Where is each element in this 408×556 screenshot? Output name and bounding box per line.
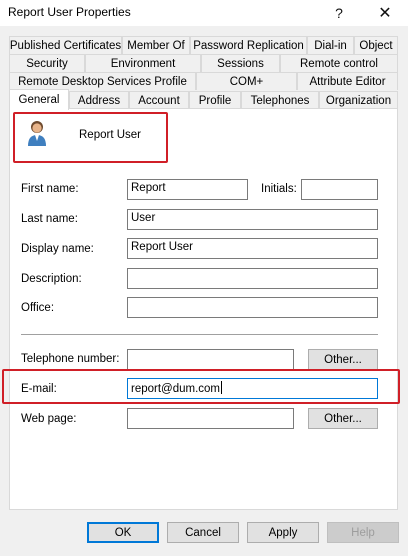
window-title: Report User Properties [8,5,131,19]
webpage-other-button[interactable]: Other... [308,408,378,429]
tab-account[interactable]: Account [129,91,189,109]
help-button[interactable]: Help [327,522,399,543]
telephone-label: Telephone number: [21,353,120,365]
tab-dial-in[interactable]: Dial-in [307,36,354,54]
display-name-input[interactable]: Report User [127,238,378,259]
tab-member-of[interactable]: Member Of [122,36,190,54]
user-header-highlight [13,112,168,163]
cancel-button[interactable]: Cancel [167,522,239,543]
webpage-input[interactable] [127,408,294,429]
tab-object[interactable]: Object [354,36,398,54]
section-separator [21,334,378,335]
tab-remote-desktop-services-profile[interactable]: Remote Desktop Services Profile [9,72,196,90]
tab-telephones[interactable]: Telephones [241,91,319,109]
first-name-label: First name: [21,183,79,195]
title-bar: Report User Properties ? ✕ [0,0,408,26]
last-name-input[interactable]: User [127,209,378,230]
webpage-label: Web page: [21,413,77,425]
general-panel: Report User First name: Report Initials:… [9,108,398,510]
last-name-label: Last name: [21,213,78,225]
initials-label: Initials: [261,183,297,195]
description-label: Description: [21,273,82,285]
office-input[interactable] [127,297,378,318]
telephone-other-button[interactable]: Other... [308,349,378,370]
close-icon[interactable]: ✕ [362,0,408,26]
tab-com-plus[interactable]: COM+ [196,72,297,90]
tab-remote-control[interactable]: Remote control [280,54,398,72]
tab-environment[interactable]: Environment [85,54,201,72]
display-name-label: Display name: [21,243,94,255]
tab-security[interactable]: Security [9,54,85,72]
tab-published-certificates[interactable]: Published Certificates [9,36,122,54]
help-icon[interactable]: ? [316,0,362,26]
apply-button[interactable]: Apply [247,522,319,543]
initials-input[interactable] [301,179,378,200]
tab-attribute-editor[interactable]: Attribute Editor [297,72,398,90]
email-row-highlight [2,369,400,404]
first-name-input[interactable]: Report [127,179,248,200]
ok-button[interactable]: OK [87,522,159,543]
tab-organization[interactable]: Organization [319,91,398,109]
tab-address[interactable]: Address [69,91,129,109]
office-label: Office: [21,302,55,314]
tab-sessions[interactable]: Sessions [201,54,280,72]
tab-password-replication[interactable]: Password Replication [190,36,307,54]
telephone-input[interactable] [127,349,294,370]
tab-general[interactable]: General [9,89,69,110]
tab-profile[interactable]: Profile [189,91,241,109]
description-input[interactable] [127,268,378,289]
